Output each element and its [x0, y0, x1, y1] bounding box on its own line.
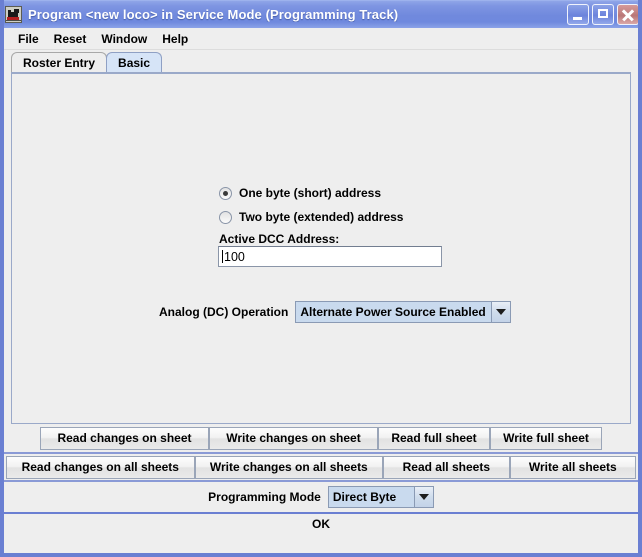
menu-reset[interactable]: Reset [47, 30, 95, 48]
tab-strip: Roster Entry Basic [4, 50, 638, 72]
chevron-down-icon[interactable] [491, 302, 510, 322]
menu-window[interactable]: Window [94, 30, 155, 48]
analog-operation-label: Analog (DC) Operation [159, 305, 288, 319]
menu-file[interactable]: File [11, 30, 47, 48]
read-all-sheets-button[interactable]: Read all sheets [383, 456, 509, 479]
close-button[interactable] [617, 4, 639, 25]
status-text: OK [312, 517, 330, 531]
tab-roster-entry[interactable]: Roster Entry [11, 52, 107, 72]
content-wrapper: One byte (short) address Two byte (exten… [4, 72, 638, 424]
programming-mode-row: Programming Mode Direct Byte [4, 480, 638, 512]
status-bar: OK [4, 512, 638, 534]
tab-basic[interactable]: Basic [106, 52, 162, 72]
active-dcc-address-input[interactable]: 100 [218, 246, 442, 267]
two-byte-address-radio[interactable] [219, 211, 232, 224]
menu-bar: File Reset Window Help [4, 28, 638, 50]
chevron-down-icon[interactable] [414, 487, 433, 507]
analog-operation-value: Alternate Power Source Enabled [296, 302, 491, 322]
active-dcc-address-label: Active DCC Address: [219, 232, 339, 246]
programming-mode-combobox[interactable]: Direct Byte [328, 486, 434, 508]
two-byte-address-option[interactable]: Two byte (extended) address [219, 210, 403, 224]
active-dcc-address-value: 100 [224, 250, 245, 264]
window-title: Program <new loco> in Service Mode (Prog… [28, 7, 567, 22]
window-controls [567, 4, 639, 25]
write-changes-on-sheet-button[interactable]: Write changes on sheet [209, 427, 378, 450]
basic-settings-panel: One byte (short) address Two byte (exten… [11, 72, 631, 424]
program-loco-window: Program <new loco> in Service Mode (Prog… [0, 0, 642, 557]
read-changes-on-all-sheets-button[interactable]: Read changes on all sheets [6, 456, 195, 479]
write-all-sheets-button[interactable]: Write all sheets [510, 456, 636, 479]
read-full-sheet-button[interactable]: Read full sheet [378, 427, 490, 450]
one-byte-address-label: One byte (short) address [239, 186, 381, 200]
write-full-sheet-button[interactable]: Write full sheet [490, 427, 602, 450]
minimize-button[interactable] [567, 4, 589, 25]
locomotive-icon [5, 6, 22, 23]
analog-operation-row: Analog (DC) Operation Alternate Power So… [159, 301, 511, 323]
text-caret [222, 250, 223, 263]
analog-operation-combobox[interactable]: Alternate Power Source Enabled [295, 301, 511, 323]
all-sheets-buttons-row: Read changes on all sheets Write changes… [4, 452, 638, 480]
programming-mode-label: Programming Mode [208, 490, 321, 504]
title-bar: Program <new loco> in Service Mode (Prog… [0, 0, 642, 28]
write-changes-on-all-sheets-button[interactable]: Write changes on all sheets [195, 456, 384, 479]
two-byte-address-label: Two byte (extended) address [239, 210, 403, 224]
menu-help[interactable]: Help [155, 30, 196, 48]
sheet-buttons-row: Read changes on sheet Write changes on s… [4, 424, 638, 452]
one-byte-address-option[interactable]: One byte (short) address [219, 186, 381, 200]
read-changes-on-sheet-button[interactable]: Read changes on sheet [40, 427, 209, 450]
maximize-button[interactable] [592, 4, 614, 25]
programming-mode-value: Direct Byte [329, 487, 414, 507]
one-byte-address-radio[interactable] [219, 187, 232, 200]
